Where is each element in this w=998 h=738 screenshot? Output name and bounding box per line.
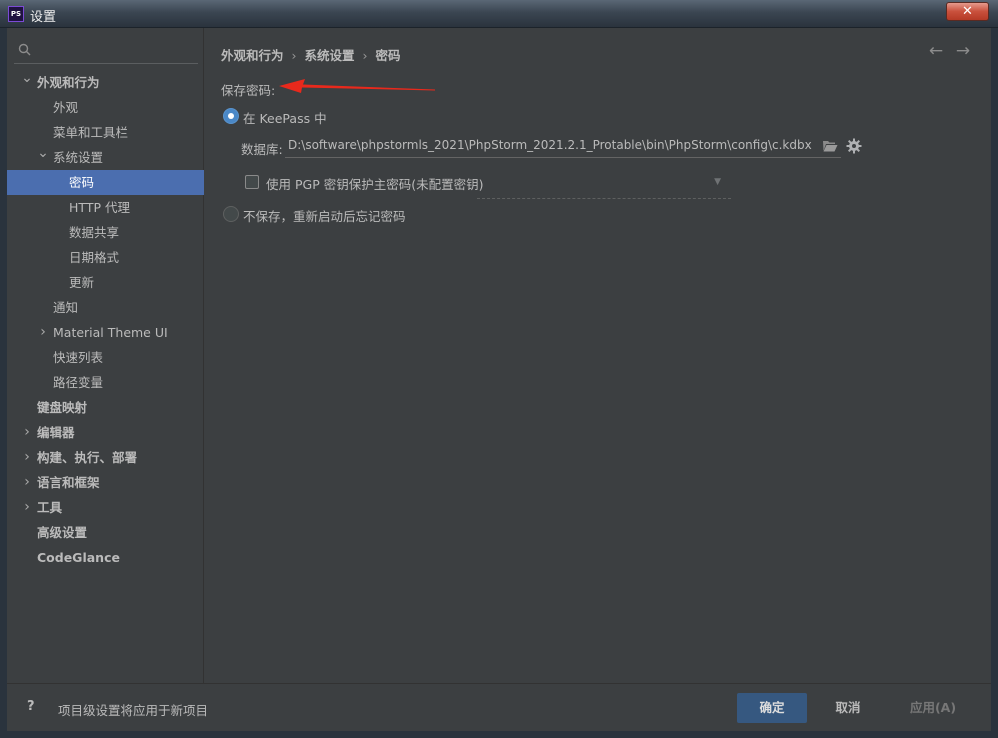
sidebar-item-label: 菜单和工具栏 bbox=[53, 125, 129, 140]
database-path-field[interactable]: D:\software\phpstormls_2021\PhpStorm_202… bbox=[285, 134, 841, 158]
sidebar-item-label: 外观和行为 bbox=[37, 75, 100, 90]
sidebar-item-label: 通知 bbox=[53, 300, 79, 315]
sidebar-item[interactable]: 数据共享 bbox=[7, 220, 204, 245]
window-title: 设置 bbox=[30, 10, 57, 25]
sidebar-item-label: 路径变量 bbox=[53, 375, 104, 390]
pgp-checkbox[interactable] bbox=[245, 175, 259, 189]
cancel-button[interactable]: 取消 bbox=[813, 693, 883, 723]
sidebar-item-label: 构建、执行、部署 bbox=[37, 450, 138, 465]
settings-dialog: ⌄ 外观和行为 外观 菜单和工具栏 ⌄ 系统设置 密码 HTTP 代理 数据共享 日期格式 更新 通知… bbox=[7, 28, 991, 731]
sidebar-item-label: 日期格式 bbox=[69, 250, 120, 265]
sidebar-item[interactable]: 通知 bbox=[7, 295, 204, 320]
chevron-right-icon[interactable]: › bbox=[21, 470, 33, 495]
sidebar-item-label: 密码 bbox=[69, 175, 95, 190]
sidebar-item[interactable]: 日期格式 bbox=[7, 245, 204, 270]
sidebar-item[interactable]: 密码 bbox=[7, 170, 204, 195]
save-passwords-label: 保存密码: bbox=[221, 83, 276, 98]
window-close-button[interactable]: ✕ bbox=[946, 2, 989, 21]
sidebar-item[interactable]: HTTP 代理 bbox=[7, 195, 204, 220]
sidebar-item[interactable]: 路径变量 bbox=[7, 370, 204, 395]
no-save-radio-label: 不保存，重新启动后忘记密码 bbox=[243, 209, 406, 224]
breadcrumb-current: 密码 bbox=[375, 48, 401, 63]
sidebar-item[interactable]: CodeGlance bbox=[7, 545, 204, 570]
chevron-right-icon[interactable]: › bbox=[21, 445, 33, 470]
settings-tree: ⌄ 外观和行为 外观 菜单和工具栏 ⌄ 系统设置 密码 HTTP 代理 数据共享 日期格式 更新 通知… bbox=[7, 70, 204, 570]
search-icon bbox=[18, 43, 31, 56]
phpstorm-app-icon: PS bbox=[8, 6, 24, 22]
forward-arrow-icon[interactable]: → bbox=[954, 42, 972, 60]
settings-search-input[interactable] bbox=[14, 40, 198, 64]
breadcrumb-separator: › bbox=[362, 48, 368, 63]
settings-content: 外观和行为 › 系统设置 › 密码 ← → 保存密码: 在 KeePass 中 数据库:… bbox=[205, 28, 991, 683]
sidebar-item[interactable]: ⌄ 外观和行为 bbox=[7, 70, 204, 95]
database-label: 数据库: bbox=[241, 142, 283, 157]
back-arrow-icon[interactable]: ← bbox=[927, 42, 945, 60]
breadcrumb: 外观和行为 › 系统设置 › 密码 bbox=[221, 45, 401, 64]
annotation-red-arrow bbox=[279, 79, 435, 93]
window-frame-right bbox=[991, 28, 998, 738]
chevron-down-icon[interactable]: ⌄ bbox=[37, 141, 49, 166]
sidebar-item-label: 外观 bbox=[53, 100, 79, 115]
chevron-right-icon[interactable]: › bbox=[21, 495, 33, 520]
sidebar-item[interactable]: 高级设置 bbox=[7, 520, 204, 545]
pgp-key-dropdown[interactable]: ▼ bbox=[477, 169, 731, 199]
sidebar-item-label: 工具 bbox=[37, 500, 63, 515]
settings-sidebar: ⌄ 外观和行为 外观 菜单和工具栏 ⌄ 系统设置 密码 HTTP 代理 数据共享 日期格式 更新 通知… bbox=[7, 28, 204, 683]
sidebar-item[interactable]: › 编辑器 bbox=[7, 420, 204, 445]
sidebar-item-label: 数据共享 bbox=[69, 225, 120, 240]
breadcrumb-separator: › bbox=[291, 48, 297, 63]
sidebar-item-label: 编辑器 bbox=[37, 425, 75, 440]
sidebar-item[interactable]: ⌄ 系统设置 bbox=[7, 145, 204, 170]
sidebar-item-label: Material Theme UI bbox=[53, 325, 168, 340]
apply-button[interactable]: 应用(A) bbox=[899, 693, 967, 723]
chevron-right-icon[interactable]: › bbox=[37, 320, 49, 345]
sidebar-item[interactable]: › 工具 bbox=[7, 495, 204, 520]
gear-icon[interactable] bbox=[846, 138, 862, 154]
no-save-radio[interactable] bbox=[223, 206, 239, 222]
sidebar-item[interactable]: 外观 bbox=[7, 95, 204, 120]
sidebar-item-label: 更新 bbox=[69, 275, 95, 290]
chevron-right-icon[interactable]: › bbox=[21, 420, 33, 445]
ok-button[interactable]: 确定 bbox=[737, 693, 807, 723]
sidebar-item-label: 系统设置 bbox=[53, 150, 104, 165]
sidebar-item[interactable]: › 语言和框架 bbox=[7, 470, 204, 495]
sidebar-item-label: 高级设置 bbox=[37, 525, 88, 540]
keepass-radio[interactable] bbox=[223, 108, 239, 124]
chevron-down-icon[interactable]: ⌄ bbox=[21, 66, 33, 91]
footer-note: 项目级设置将应用于新项目 bbox=[58, 703, 209, 718]
dialog-footer: ? 项目级设置将应用于新项目 确定 取消 应用(A) bbox=[7, 683, 991, 731]
sidebar-item[interactable]: 更新 bbox=[7, 270, 204, 295]
sidebar-item[interactable]: 快速列表 bbox=[7, 345, 204, 370]
breadcrumb-item[interactable]: 外观和行为 bbox=[221, 48, 284, 63]
sidebar-item-label: 快速列表 bbox=[53, 350, 104, 365]
help-icon[interactable]: ? bbox=[27, 699, 35, 714]
sidebar-item-label: 语言和框架 bbox=[37, 475, 100, 490]
sidebar-item-label: 键盘映射 bbox=[37, 400, 88, 415]
chevron-down-icon: ▼ bbox=[714, 177, 721, 187]
sidebar-item[interactable]: › 构建、执行、部署 bbox=[7, 445, 204, 470]
pgp-checkbox-label: 使用 PGP 密钥保护主密码(未配置密钥) bbox=[266, 177, 484, 192]
folder-open-icon[interactable] bbox=[822, 139, 838, 153]
sidebar-item-label: HTTP 代理 bbox=[69, 200, 130, 215]
window-frame-left bbox=[0, 28, 7, 738]
sidebar-item-label: CodeGlance bbox=[37, 550, 120, 565]
sidebar-item[interactable]: › Material Theme UI bbox=[7, 320, 204, 345]
window-frame-bottom bbox=[0, 731, 998, 738]
keepass-radio-label: 在 KeePass 中 bbox=[243, 111, 327, 126]
breadcrumb-item[interactable]: 系统设置 bbox=[305, 48, 355, 63]
sidebar-item[interactable]: 键盘映射 bbox=[7, 395, 204, 420]
window-titlebar: PS 设置 ✕ bbox=[0, 0, 998, 28]
database-path-value: D:\software\phpstormls_2021\PhpStorm_202… bbox=[288, 138, 812, 152]
